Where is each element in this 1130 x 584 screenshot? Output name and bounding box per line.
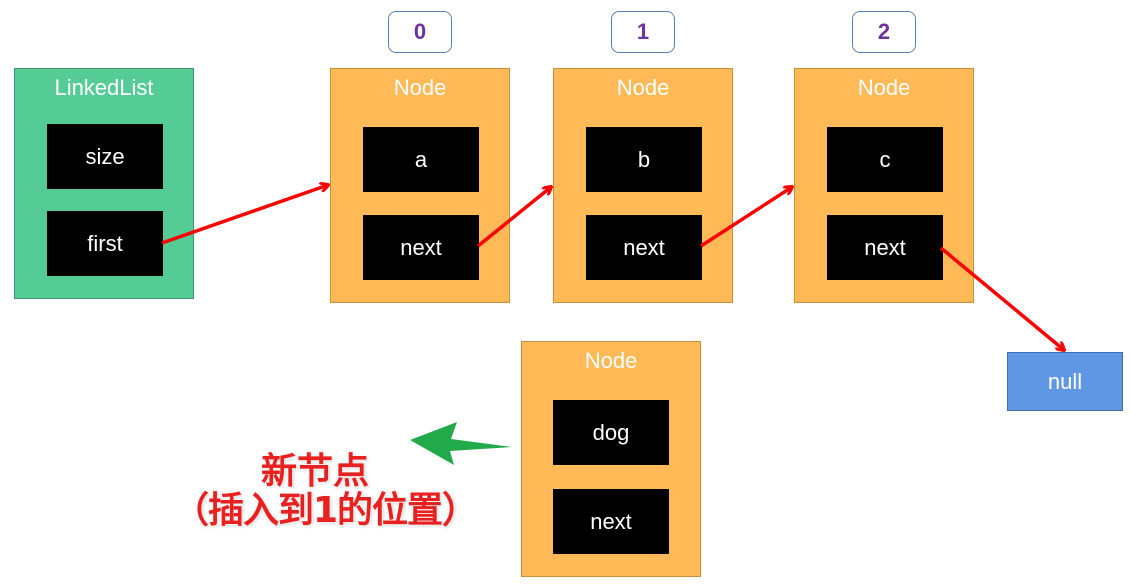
pointer-arrow-null [939,246,1064,350]
arrows-layer [161,0,1130,465]
pointer-arrow-node0 [476,187,551,248]
pointer-arrow-first [161,185,328,245]
green-arrow-icon [410,422,512,465]
pointer-arrow-node1 [700,187,792,248]
